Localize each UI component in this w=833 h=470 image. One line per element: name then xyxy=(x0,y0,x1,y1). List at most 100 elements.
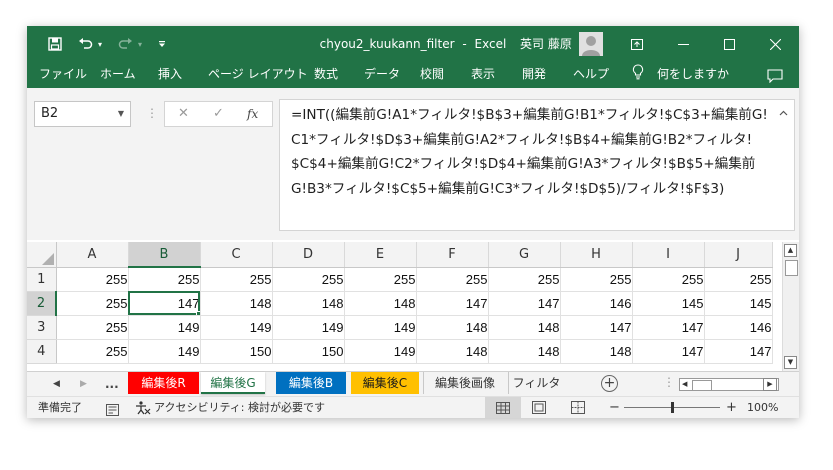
horizontal-scroll-thumb[interactable] xyxy=(692,380,712,391)
cell-g2[interactable]: 147 xyxy=(488,291,561,316)
cell-a2[interactable]: 255 xyxy=(56,291,129,316)
vertical-scrollbar[interactable]: ▲ ▼ xyxy=(782,242,799,371)
sheet-tab-5[interactable]: 編集後画像 xyxy=(423,372,506,394)
tab-home[interactable]: ホーム xyxy=(100,62,136,88)
cell-d2[interactable]: 148 xyxy=(272,291,345,316)
close-icon[interactable] xyxy=(752,26,798,62)
cell-d1[interactable]: 255 xyxy=(272,267,345,292)
tab-file[interactable]: ファイル xyxy=(39,62,87,88)
cell-f2[interactable]: 147 xyxy=(416,291,489,316)
column-header-h[interactable]: H xyxy=(560,242,633,268)
ribbon-display-icon[interactable] xyxy=(614,26,660,62)
cell-j2[interactable]: 145 xyxy=(704,291,773,316)
redo-icon[interactable] xyxy=(115,26,135,62)
column-header-f[interactable]: F xyxy=(416,242,489,268)
insert-function-icon[interactable]: fx xyxy=(247,102,258,126)
cell-c3[interactable]: 149 xyxy=(200,315,273,340)
column-header-b[interactable]: B xyxy=(128,242,201,268)
cell-d4[interactable]: 150 xyxy=(272,339,345,364)
tab-review[interactable]: 校閲 xyxy=(420,62,444,88)
cell-c1[interactable]: 255 xyxy=(200,267,273,292)
scroll-up-icon[interactable]: ▲ xyxy=(784,244,797,257)
cancel-icon[interactable]: ✕ xyxy=(178,102,189,126)
row-header[interactable]: 4 xyxy=(27,339,57,364)
page-break-view-icon[interactable] xyxy=(571,401,585,417)
scroll-right-icon[interactable]: ▶ xyxy=(763,378,777,391)
formula-bar-grip-icon[interactable]: ⋮ xyxy=(146,106,158,120)
cell-b2[interactable]: 147 xyxy=(128,291,201,316)
cell-d3[interactable]: 149 xyxy=(272,315,345,340)
page-layout-view-icon[interactable] xyxy=(532,401,546,417)
row-header[interactable]: 1 xyxy=(27,267,57,292)
cell-e4[interactable]: 149 xyxy=(344,339,417,364)
row-header[interactable]: 3 xyxy=(27,315,57,340)
zoom-in-button[interactable]: + xyxy=(726,397,737,418)
avatar[interactable] xyxy=(579,32,603,56)
user-name[interactable]: 英司 藤原 xyxy=(520,26,572,62)
column-header-i[interactable]: I xyxy=(632,242,705,268)
accessibility-icon[interactable] xyxy=(135,401,151,415)
cell-b1[interactable]: 255 xyxy=(128,267,201,292)
scroll-left-icon[interactable]: ◀ xyxy=(682,379,687,390)
sheet-tab-3[interactable]: 編集後B xyxy=(276,372,346,394)
name-box-dropdown-icon[interactable]: ▼ xyxy=(118,102,124,126)
cell-b3[interactable]: 149 xyxy=(128,315,201,340)
column-header-d[interactable]: D xyxy=(272,242,345,268)
sheet-tab-2[interactable]: 編集後G xyxy=(201,372,265,394)
cell-h3[interactable]: 147 xyxy=(560,315,633,340)
cell-i1[interactable]: 255 xyxy=(632,267,705,292)
tab-data[interactable]: データ xyxy=(364,62,400,88)
macro-record-icon[interactable] xyxy=(106,402,119,416)
column-header-g[interactable]: G xyxy=(488,242,561,268)
tab-scroll-left-icon[interactable]: ◀ xyxy=(53,372,60,396)
tell-me-search[interactable]: 何をしますか xyxy=(657,62,729,88)
maximize-icon[interactable] xyxy=(706,26,752,62)
cell-j1[interactable]: 255 xyxy=(704,267,773,292)
cell-i4[interactable]: 147 xyxy=(632,339,705,364)
tab-developer[interactable]: 開発 xyxy=(522,62,546,88)
cell-f1[interactable]: 255 xyxy=(416,267,489,292)
zoom-out-button[interactable]: − xyxy=(609,397,620,418)
minimize-icon[interactable] xyxy=(660,26,706,62)
tab-splitter-icon[interactable]: ⋮ xyxy=(663,375,675,389)
redo-dropdown-icon[interactable]: ▾ xyxy=(135,26,145,62)
column-header-j[interactable]: J xyxy=(704,242,773,268)
more-sheets-ellipsis[interactable]: ... xyxy=(105,372,119,396)
cell-h1[interactable]: 255 xyxy=(560,267,633,292)
cell-e1[interactable]: 255 xyxy=(344,267,417,292)
enter-icon[interactable]: ✓ xyxy=(213,102,224,126)
column-header-a[interactable]: A xyxy=(56,242,129,268)
cell-a1[interactable]: 255 xyxy=(56,267,129,292)
sheet-tab-6[interactable]: フィルタ xyxy=(508,372,564,394)
zoom-slider[interactable] xyxy=(624,402,720,413)
new-sheet-button[interactable]: + xyxy=(601,375,618,392)
cell-c4[interactable]: 150 xyxy=(200,339,273,364)
select-all-corner[interactable] xyxy=(27,242,57,268)
cell-h2[interactable]: 146 xyxy=(560,291,633,316)
sheet-tab-4[interactable]: 編集後C xyxy=(351,372,419,394)
column-header-c[interactable]: C xyxy=(200,242,273,268)
cell-f4[interactable]: 148 xyxy=(416,339,489,364)
collapse-formula-bar-icon[interactable] xyxy=(779,106,788,119)
row-header[interactable]: 2 xyxy=(27,291,57,316)
cell-g1[interactable]: 255 xyxy=(488,267,561,292)
column-header-e[interactable]: E xyxy=(344,242,417,268)
tab-formulas[interactable]: 数式 xyxy=(314,62,338,88)
vertical-scroll-thumb[interactable] xyxy=(785,260,798,276)
tab-help[interactable]: ヘルプ xyxy=(573,62,609,88)
sheet-tab-1[interactable]: 編集後R xyxy=(128,372,199,394)
cell-a3[interactable]: 255 xyxy=(56,315,129,340)
save-icon[interactable] xyxy=(43,26,67,62)
cell-i2[interactable]: 145 xyxy=(632,291,705,316)
cell-e3[interactable]: 149 xyxy=(344,315,417,340)
zoom-level[interactable]: 100% xyxy=(747,397,778,418)
cell-i3[interactable]: 147 xyxy=(632,315,705,340)
accessibility-status[interactable]: アクセシビリティ: 検討が必要です xyxy=(154,397,325,418)
fill-handle[interactable] xyxy=(195,310,199,314)
cell-g4[interactable]: 148 xyxy=(488,339,561,364)
cell-f3[interactable]: 148 xyxy=(416,315,489,340)
cell-j4[interactable]: 147 xyxy=(704,339,773,364)
customize-icon[interactable] xyxy=(155,26,169,62)
name-box[interactable]: B2 ▼ xyxy=(34,101,131,127)
tab-page-layout[interactable]: ページ レイアウト xyxy=(208,62,308,88)
